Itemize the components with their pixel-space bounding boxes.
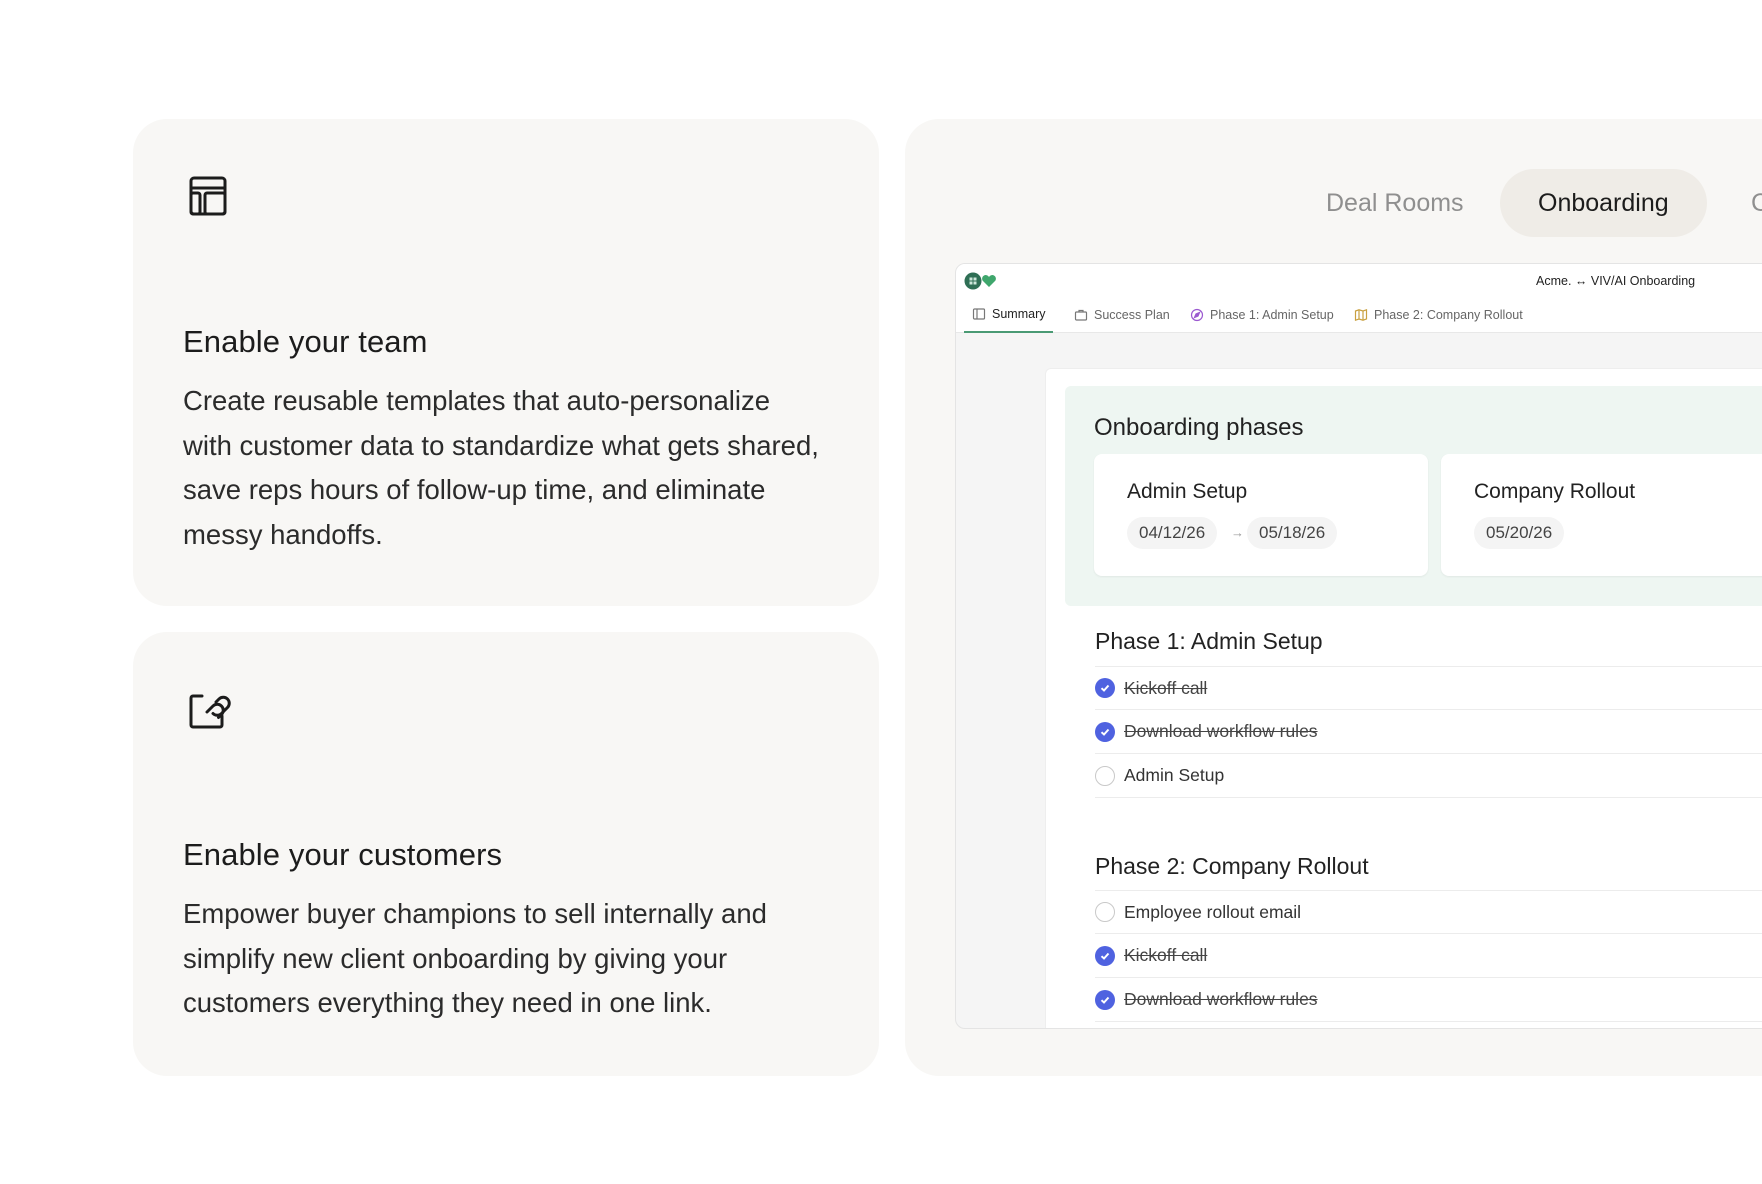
compass-icon [1190, 308, 1204, 322]
task-item[interactable]: Admin Setup [1095, 754, 1762, 798]
onboarding-phases-box: Onboarding phases Admin Setup 04/12/26 →… [1065, 386, 1762, 606]
tab-label: Phase 2: Company Rollout [1374, 308, 1523, 322]
task-label: Admin Setup [1124, 765, 1225, 785]
phase-end-date: 05/18/26 [1247, 517, 1338, 549]
feature-description: Empower buyer champions to sell internal… [183, 898, 767, 1018]
task-item[interactable]: Employee rollout email [1095, 890, 1762, 934]
task-label: Kickoff call [1124, 677, 1208, 698]
app-preview-window: Acme. ↔ VIV/AI Onboarding Summary Succes… [955, 263, 1762, 1029]
feature-card-team: Enable your team Create reusable templat… [133, 119, 879, 606]
phase-card[interactable]: Company Rollout 05/20/26 [1441, 454, 1762, 576]
layout-template-icon [189, 176, 227, 216]
checked-icon[interactable] [1095, 945, 1115, 966]
task-label: Employee rollout email [1124, 901, 1302, 922]
section-title: Phase 2: Company Rollout [1095, 853, 1369, 879]
task-label: Download workflow rules [1124, 721, 1318, 741]
phase-card[interactable]: Admin Setup 04/12/26 → 05/18/26 [1094, 454, 1428, 576]
tab-label: Success Plan [1094, 308, 1170, 322]
phases-title: Onboarding phases [1094, 414, 1304, 441]
tab-phase-1[interactable]: Phase 1: Admin Setup [1182, 297, 1342, 333]
app-header: Acme. ↔ VIV/AI Onboarding [956, 264, 1762, 297]
phase-name: Company Rollout [1474, 480, 1636, 503]
checked-icon[interactable] [1095, 678, 1115, 698]
unchecked-circle-icon[interactable] [1095, 902, 1115, 922]
share-link-icon [189, 694, 231, 729]
phase-start-date: 05/20/26 [1474, 517, 1565, 549]
task-label: Download workflow rules [1124, 989, 1318, 1009]
feature-description: Create reusable templates that auto-pers… [183, 385, 819, 550]
summary-document: Onboarding phases Admin Setup 04/12/26 →… [1045, 368, 1762, 1028]
app-tabs: Summary Success Plan Phase 1: Admin Setu… [956, 297, 1762, 333]
task-item[interactable]: Download workflow rules [1095, 978, 1762, 1022]
app-title: Acme. ↔ VIV/AI Onboarding [1536, 274, 1696, 288]
feature-card-customers: Enable your customers Empower buyer cham… [133, 632, 879, 1076]
tab-onboarding[interactable]: Onboarding [1500, 169, 1707, 237]
unchecked-circle-icon[interactable] [1095, 765, 1115, 786]
tab-phase-2[interactable]: Phase 2: Company Rollout [1346, 297, 1531, 333]
briefcase-icon [1074, 309, 1088, 321]
map-icon [1354, 308, 1368, 322]
task-item[interactable]: Download workflow rules [1095, 710, 1762, 754]
phase-start-date: 04/12/26 [1127, 517, 1218, 549]
tab-success-plan[interactable]: Success Plan [1066, 297, 1178, 333]
checked-icon[interactable] [1095, 721, 1115, 742]
tab-next-partial[interactable]: C [1751, 169, 1762, 237]
section-title: Phase 1: Admin Setup [1095, 628, 1323, 654]
summary-icon [972, 308, 986, 320]
task-label: Kickoff call [1124, 945, 1208, 965]
task-item[interactable]: Kickoff call [1095, 934, 1762, 978]
feature-title: Enable your team [183, 324, 428, 359]
phase-name: Admin Setup [1127, 480, 1248, 503]
checked-icon[interactable] [1095, 989, 1115, 1010]
product-showcase-panel: Deal Rooms Onboarding C Acme. ↔ VIV/AI O… [905, 119, 1762, 1076]
task-item[interactable]: Kickoff call [1095, 666, 1762, 710]
showcase-tabs: Deal Rooms Onboarding C [905, 169, 1762, 237]
tab-deal-rooms[interactable]: Deal Rooms [1326, 169, 1464, 237]
tab-label: Summary [992, 307, 1046, 321]
tab-label: Phase 1: Admin Setup [1210, 308, 1334, 322]
app-logo-icon [964, 272, 996, 290]
feature-title: Enable your customers [183, 837, 503, 872]
tab-summary[interactable]: Summary [964, 297, 1054, 333]
arrow-right-icon: → [1231, 525, 1244, 540]
